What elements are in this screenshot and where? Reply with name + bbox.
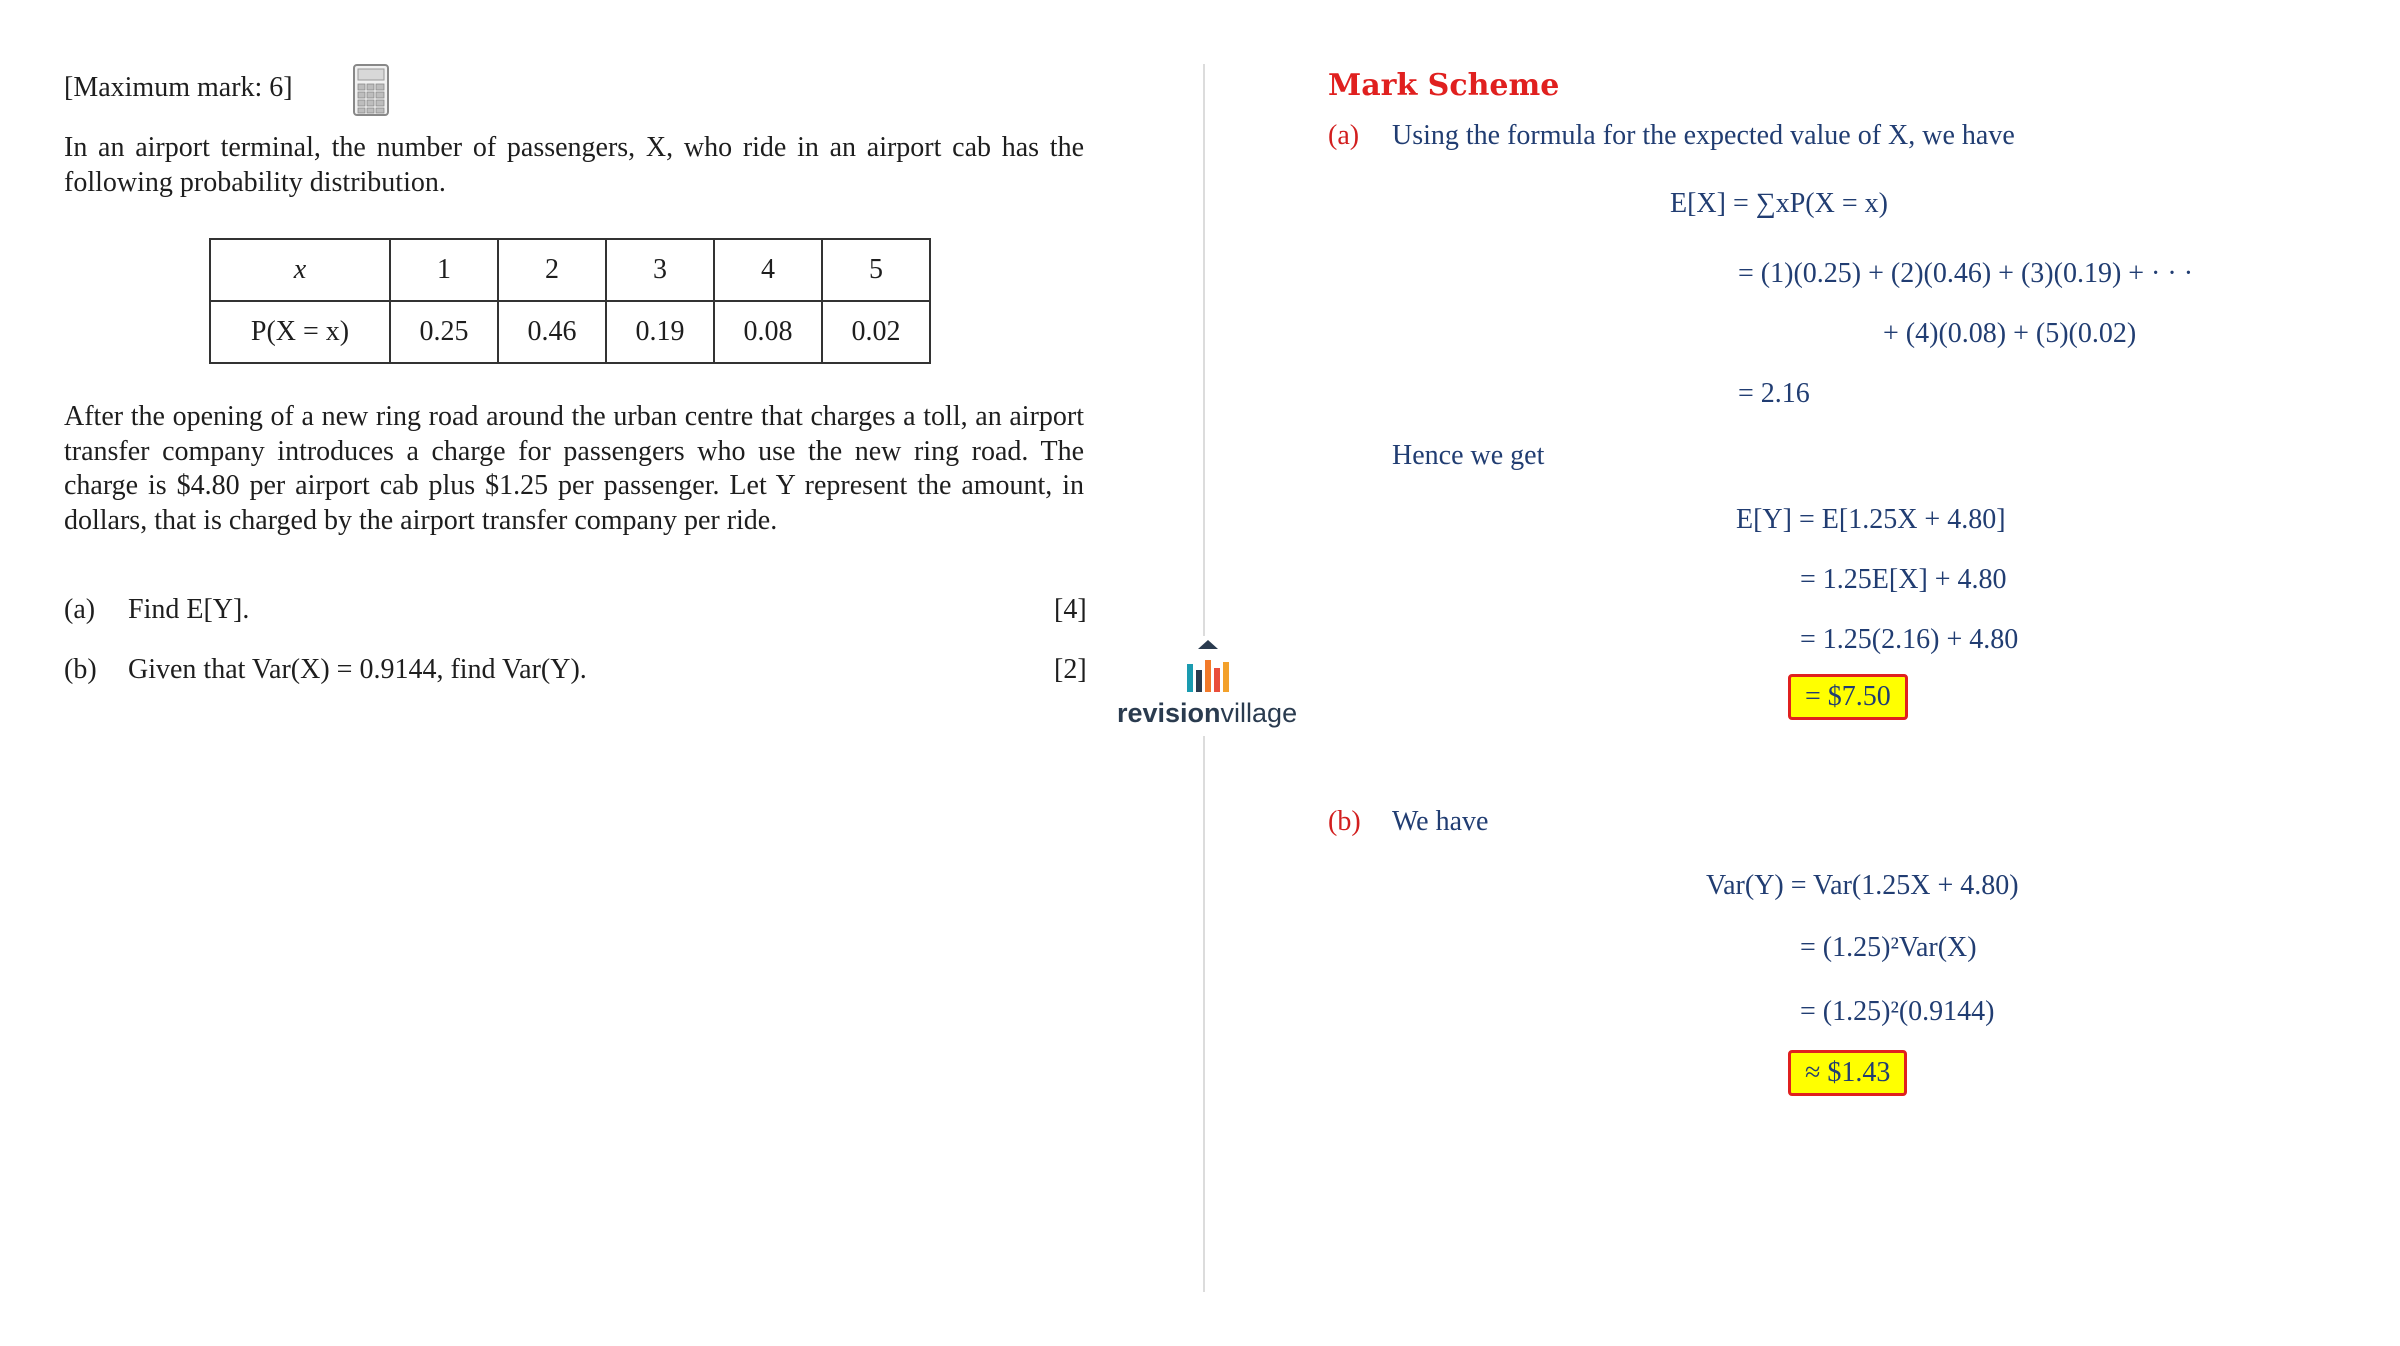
ms-part-a-intro: Using the formula for the expected value… (1392, 120, 2015, 151)
calculator-icon (353, 64, 389, 116)
table-cell: P(X = x) (209, 300, 391, 364)
logo-text-bold: revision (1117, 698, 1221, 728)
maximum-mark: [Maximum mark: 6] (64, 72, 293, 103)
part-b-text: Given that Var(X) = 0.9144, find Var(Y). (128, 654, 587, 685)
ms-a-line: = (1)(0.25) + (2)(0.46) + (3)(0.19) + · … (1738, 258, 2194, 289)
table-cell: 5 (821, 238, 931, 302)
ms-b-answer: ≈ $1.43 (1788, 1050, 1908, 1096)
ms-a2-line: = 1.25E[X] + 4.80 (1800, 564, 2007, 595)
table-cell: 0.25 (389, 300, 499, 364)
ms-b-line: Var(Y) = Var(1.25X + 4.80) (1706, 870, 2019, 901)
part-b-marks: [2] (1054, 654, 1087, 685)
table-cell: 0.19 (605, 300, 715, 364)
table-cell: 0.08 (713, 300, 823, 364)
ms-hence: Hence we get (1392, 440, 1545, 471)
table-cell: 0.46 (497, 300, 607, 364)
table-row-header: x 1 2 3 4 5 (209, 238, 931, 302)
ms-part-b-intro: We have (1392, 806, 1489, 837)
ms-part-b-label: (b) (1328, 806, 1361, 837)
probability-table: x 1 2 3 4 5 P(X = x) 0.25 0.46 0.19 0.08… (209, 238, 931, 364)
part-b-label: (b) (64, 654, 97, 685)
table-cell: 3 (605, 238, 715, 302)
ms-part-a-label: (a) (1328, 120, 1360, 151)
ms-a-line: + (4)(0.08) + (5)(0.02) (1883, 318, 2137, 349)
part-a-marks: [4] (1054, 594, 1087, 625)
logo-text-light: village (1220, 698, 1298, 728)
ms-b-line: = (1.25)²(0.9144) (1800, 996, 1995, 1027)
markscheme-title: Mark Scheme (1328, 68, 1560, 103)
revisionvillage-logo: revisionvillage (1117, 636, 1297, 736)
table-cell: 1 (389, 238, 499, 302)
logo-mark-icon (1187, 640, 1229, 692)
ms-b-line: = (1.25)²Var(X) (1800, 932, 1977, 963)
part-a-text: Find E[Y]. (128, 594, 250, 625)
table-cell: 4 (713, 238, 823, 302)
table-cell: x (209, 238, 391, 302)
ms-a2-line: = 1.25(2.16) + 4.80 (1800, 624, 2019, 655)
ms-a2-line: E[Y] = E[1.25X + 4.80] (1736, 504, 2006, 535)
ms-a-line: = 2.16 (1738, 378, 1810, 409)
question-body: After the opening of a new ring road aro… (64, 401, 1084, 536)
table-row-probability: P(X = x) 0.25 0.46 0.19 0.08 0.02 (209, 300, 931, 364)
question-intro: In an airport terminal, the number of pa… (64, 132, 1084, 198)
table-cell: 0.02 (821, 300, 931, 364)
ms-a-line: E[X] = ∑xP(X = x) (1670, 188, 1888, 219)
ms-a-answer: = $7.50 (1788, 674, 1908, 720)
table-cell: 2 (497, 238, 607, 302)
part-a-label: (a) (64, 594, 96, 625)
